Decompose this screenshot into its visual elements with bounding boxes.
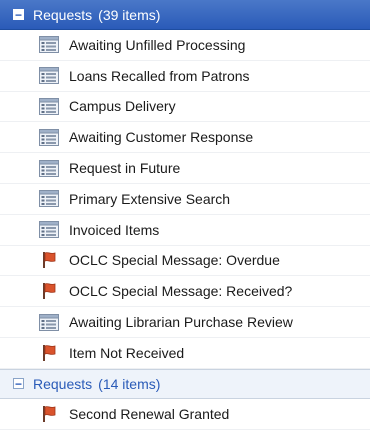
- collapse-toggle-icon[interactable]: −: [13, 378, 24, 390]
- queue-icon: [39, 97, 59, 115]
- group-header-requests-39[interactable]: − Requests (39 items): [0, 0, 370, 30]
- queue-item-label: Primary Extensive Search: [69, 190, 231, 207]
- queue-item-label: Awaiting Customer Response: [69, 129, 254, 146]
- queue-icon: [39, 67, 59, 85]
- request-queue-tree: − Requests (39 items) Awaiting Unfilled …: [0, 0, 370, 430]
- queue-item[interactable]: Awaiting Librarian Purchase Review: [0, 307, 370, 338]
- queue-item[interactable]: Primary Extensive Search: [0, 184, 370, 215]
- group-items: Second Renewal Granted: [0, 399, 370, 430]
- red-flag-icon: [39, 282, 59, 300]
- queue-item-label: OCLC Special Message: Received?: [69, 283, 293, 300]
- collapse-toggle-icon[interactable]: −: [13, 9, 24, 21]
- red-flag-icon: [39, 344, 59, 362]
- group-header-requests-14[interactable]: − Requests (14 items): [0, 368, 370, 399]
- queue-item[interactable]: Invoiced Items: [0, 215, 370, 246]
- queue-item-label: Awaiting Librarian Purchase Review: [69, 314, 293, 331]
- queue-item[interactable]: Request in Future: [0, 153, 370, 184]
- queue-item[interactable]: OCLC Special Message: Overdue: [0, 246, 370, 277]
- queue-item[interactable]: Second Renewal Granted: [0, 399, 370, 430]
- queue-item-label: OCLC Special Message: Overdue: [69, 252, 280, 269]
- group-items: Awaiting Unfilled Processing Loans Recall…: [0, 30, 370, 369]
- queue-icon: [39, 159, 59, 177]
- queue-item[interactable]: Awaiting Customer Response: [0, 122, 370, 154]
- queue-icon: [39, 128, 59, 146]
- queue-item-label: Second Renewal Granted: [69, 405, 230, 422]
- queue-icon: [39, 313, 59, 331]
- group-label: Requests: [33, 375, 93, 392]
- queue-icon: [39, 221, 59, 239]
- queue-item-label: Loans Recalled from Patrons: [69, 67, 250, 84]
- queue-item-label: Item Not Received: [69, 344, 185, 361]
- group-label: Requests: [33, 6, 93, 23]
- queue-item[interactable]: Awaiting Unfilled Processing: [0, 30, 370, 61]
- queue-item[interactable]: OCLC Special Message: Received?: [0, 276, 370, 308]
- group-count: (39 items): [98, 6, 161, 23]
- red-flag-icon: [39, 251, 59, 269]
- red-flag-icon: [39, 405, 59, 423]
- queue-icon: [39, 190, 59, 208]
- queue-item-label: Campus Delivery: [69, 98, 176, 115]
- group-count: (14 items): [98, 375, 161, 392]
- queue-item-label: Request in Future: [69, 160, 181, 177]
- queue-item-label: Awaiting Unfilled Processing: [69, 36, 246, 53]
- queue-icon: [39, 36, 59, 54]
- queue-item[interactable]: Campus Delivery: [0, 92, 370, 123]
- queue-item[interactable]: Item Not Received: [0, 338, 370, 369]
- queue-item-label: Invoiced Items: [69, 221, 160, 238]
- queue-item[interactable]: Loans Recalled from Patrons: [0, 61, 370, 92]
